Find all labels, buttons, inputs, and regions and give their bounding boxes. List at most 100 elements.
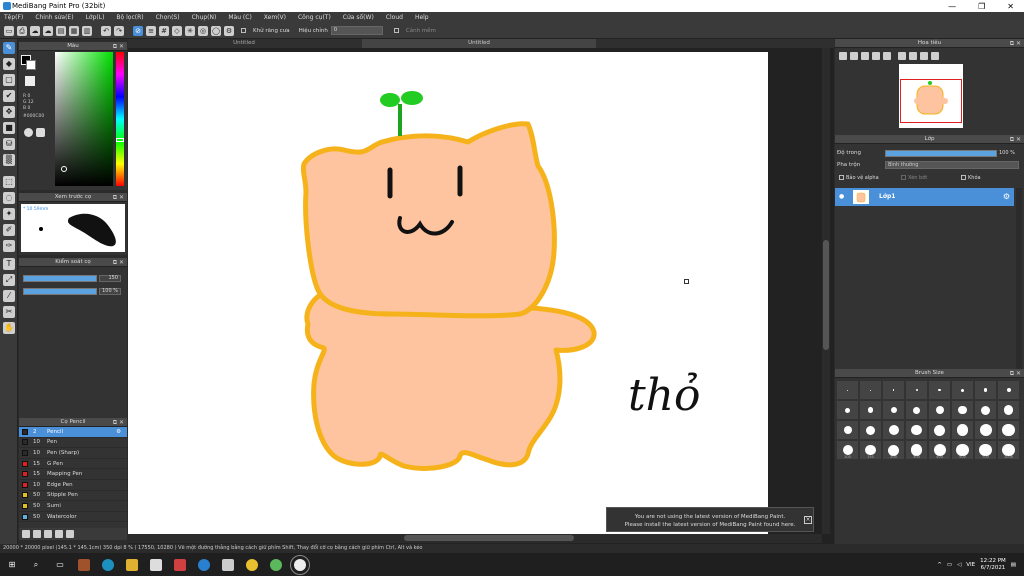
brush-size-preset[interactable]: [837, 401, 858, 419]
app-ie-icon[interactable]: [198, 558, 210, 571]
correction-select[interactable]: 0: [330, 26, 383, 35]
select-rect-tool-icon[interactable]: ⬚: [3, 176, 15, 188]
snap-soft-checkbox[interactable]: [393, 28, 399, 33]
move-tool-icon[interactable]: ✥: [3, 106, 15, 118]
search-icon[interactable]: ⌕: [30, 559, 42, 571]
smoothing-checkbox[interactable]: [241, 28, 246, 33]
new-icon[interactable]: ▭: [4, 25, 14, 36]
app-winrar-icon[interactable]: [78, 558, 90, 571]
menu-snap[interactable]: Chụp(N): [192, 14, 217, 21]
layer-item[interactable]: ● Lớp1 ⚙: [835, 188, 1014, 206]
transparent-color-swatch[interactable]: [25, 76, 35, 86]
brush-size-preset[interactable]: [860, 381, 881, 399]
minimize-icon[interactable]: —: [948, 2, 956, 11]
add-brush-icon[interactable]: [22, 530, 30, 538]
brush-size-preset[interactable]: [883, 381, 904, 399]
menu-select[interactable]: Chọn(S): [156, 14, 180, 21]
rectangle-tool-icon[interactable]: ▢: [3, 74, 15, 86]
brush-size-preset[interactable]: 400: [929, 441, 950, 459]
brush-size-preset[interactable]: 200: [883, 441, 904, 459]
brush-size-preset[interactable]: 700: [975, 441, 996, 459]
network-icon[interactable]: ▭: [947, 562, 952, 568]
rotate-reset-icon[interactable]: [931, 52, 939, 60]
brush-size-preset[interactable]: [929, 381, 950, 399]
brush-item[interactable]: 50 Sumi: [19, 501, 127, 512]
menu-filter[interactable]: Bộ lọc(R): [116, 14, 143, 21]
share-icon[interactable]: ▤: [56, 25, 66, 36]
clock[interactable]: 12:22 PM 6/7/2021: [980, 558, 1006, 572]
file-explorer-icon[interactable]: [126, 558, 138, 571]
close-icon[interactable]: ×: [804, 516, 812, 524]
brush-item[interactable]: 50 Stipple Pen: [19, 491, 127, 502]
hand-tool-icon[interactable]: ✋: [3, 322, 15, 334]
brush-size-preset[interactable]: [998, 421, 1019, 439]
panel-close-icon[interactable]: ⧉ ✕: [113, 418, 124, 427]
color-palette-icon[interactable]: [36, 128, 45, 137]
snap-curve-icon[interactable]: ◯: [211, 25, 221, 36]
brush-size-preset[interactable]: 500: [952, 441, 973, 459]
panel-close-icon[interactable]: ⧉ ✕: [113, 258, 124, 267]
cloud-save-icon[interactable]: ☁: [43, 25, 53, 36]
snap-parallel-icon[interactable]: ≡: [146, 25, 156, 36]
blend-mode-select[interactable]: Bình thường: [885, 161, 1019, 169]
brush-size-preset[interactable]: [860, 401, 881, 419]
task-view-icon[interactable]: ▭: [54, 559, 66, 571]
menu-color[interactable]: Màu (C): [228, 14, 251, 21]
fit-icon[interactable]: [861, 52, 869, 60]
brush-size-preset[interactable]: [975, 421, 996, 439]
app-green-icon[interactable]: [270, 558, 282, 571]
snap-settings-icon[interactable]: ⚙: [224, 25, 234, 36]
text-tool-icon[interactable]: T: [3, 258, 15, 270]
eraser-tool-icon[interactable]: ◆: [3, 58, 15, 70]
horizontal-scroll-thumb[interactable]: [404, 535, 574, 541]
menu-tools[interactable]: Công cụ(T): [298, 14, 331, 21]
grid-icon[interactable]: ▦: [69, 25, 79, 36]
snap-cross-icon[interactable]: #: [159, 25, 169, 36]
vertical-scrollbar[interactable]: [822, 48, 830, 534]
brush-size-value[interactable]: 150: [99, 275, 121, 282]
navigator-view-rect[interactable]: [900, 79, 962, 123]
bucket-tool-icon[interactable]: ⛁: [3, 138, 15, 150]
brush-size-preset[interactable]: 150: [860, 441, 881, 459]
panel-close-icon[interactable]: ⧉ ✕: [1010, 39, 1021, 48]
brush-item[interactable]: 15 Mapping Pen: [19, 469, 127, 480]
zoom-out-2-icon[interactable]: [883, 52, 891, 60]
app-chrome-icon[interactable]: [246, 558, 258, 571]
divide-tool-icon[interactable]: ✂: [3, 306, 15, 318]
brush-size-preset[interactable]: [929, 401, 950, 419]
zoom-in-icon[interactable]: [839, 52, 847, 60]
save-icon[interactable]: ⎙: [17, 25, 27, 36]
snap-off-icon[interactable]: ⊘: [133, 25, 143, 36]
background-color-swatch[interactable]: [26, 60, 36, 70]
rotate-left-icon[interactable]: [909, 52, 917, 60]
panel-close-icon[interactable]: ⧉ ✕: [1010, 369, 1021, 378]
panel-close-icon[interactable]: ⧉ ✕: [113, 42, 124, 51]
select-eraser-tool-icon[interactable]: ✑: [3, 240, 15, 252]
brush-size-preset[interactable]: [952, 421, 973, 439]
brush-item[interactable]: 2 Pencil ⚙: [19, 427, 127, 438]
hue-slider[interactable]: [116, 52, 124, 186]
update-notice[interactable]: You are not using the latest version of …: [606, 507, 814, 532]
tab-untitled-1[interactable]: Untitled: [128, 39, 360, 48]
snap-radial-icon[interactable]: ✳: [185, 25, 195, 36]
folder-icon[interactable]: [55, 530, 63, 538]
panel-close-icon[interactable]: ⧉ ✕: [1010, 135, 1021, 144]
maximize-icon[interactable]: ❐: [978, 2, 985, 11]
menu-layer[interactable]: Lớp(L): [86, 14, 105, 21]
vertical-scroll-thumb[interactable]: [823, 240, 829, 350]
lock-option[interactable]: Khóa: [961, 175, 981, 181]
brush-opacity-value[interactable]: 100 %: [99, 288, 121, 295]
brush-size-preset[interactable]: [837, 381, 858, 399]
notification-icon[interactable]: ▤: [1011, 562, 1016, 568]
duplicate-brush-icon[interactable]: [66, 530, 74, 538]
menu-cloud[interactable]: Cloud: [386, 14, 403, 21]
cloud-brush-icon[interactable]: [33, 530, 41, 538]
brush-size-preset[interactable]: [883, 421, 904, 439]
lock-checkbox[interactable]: [961, 175, 966, 180]
brush-size-preset[interactable]: [906, 381, 927, 399]
brush-size-preset[interactable]: [837, 421, 858, 439]
brush-size-preset[interactable]: 300: [906, 441, 927, 459]
brush-size-preset[interactable]: [975, 401, 996, 419]
tray-chevron-icon[interactable]: ^: [937, 562, 942, 568]
layer-opacity-slider[interactable]: [885, 150, 997, 157]
